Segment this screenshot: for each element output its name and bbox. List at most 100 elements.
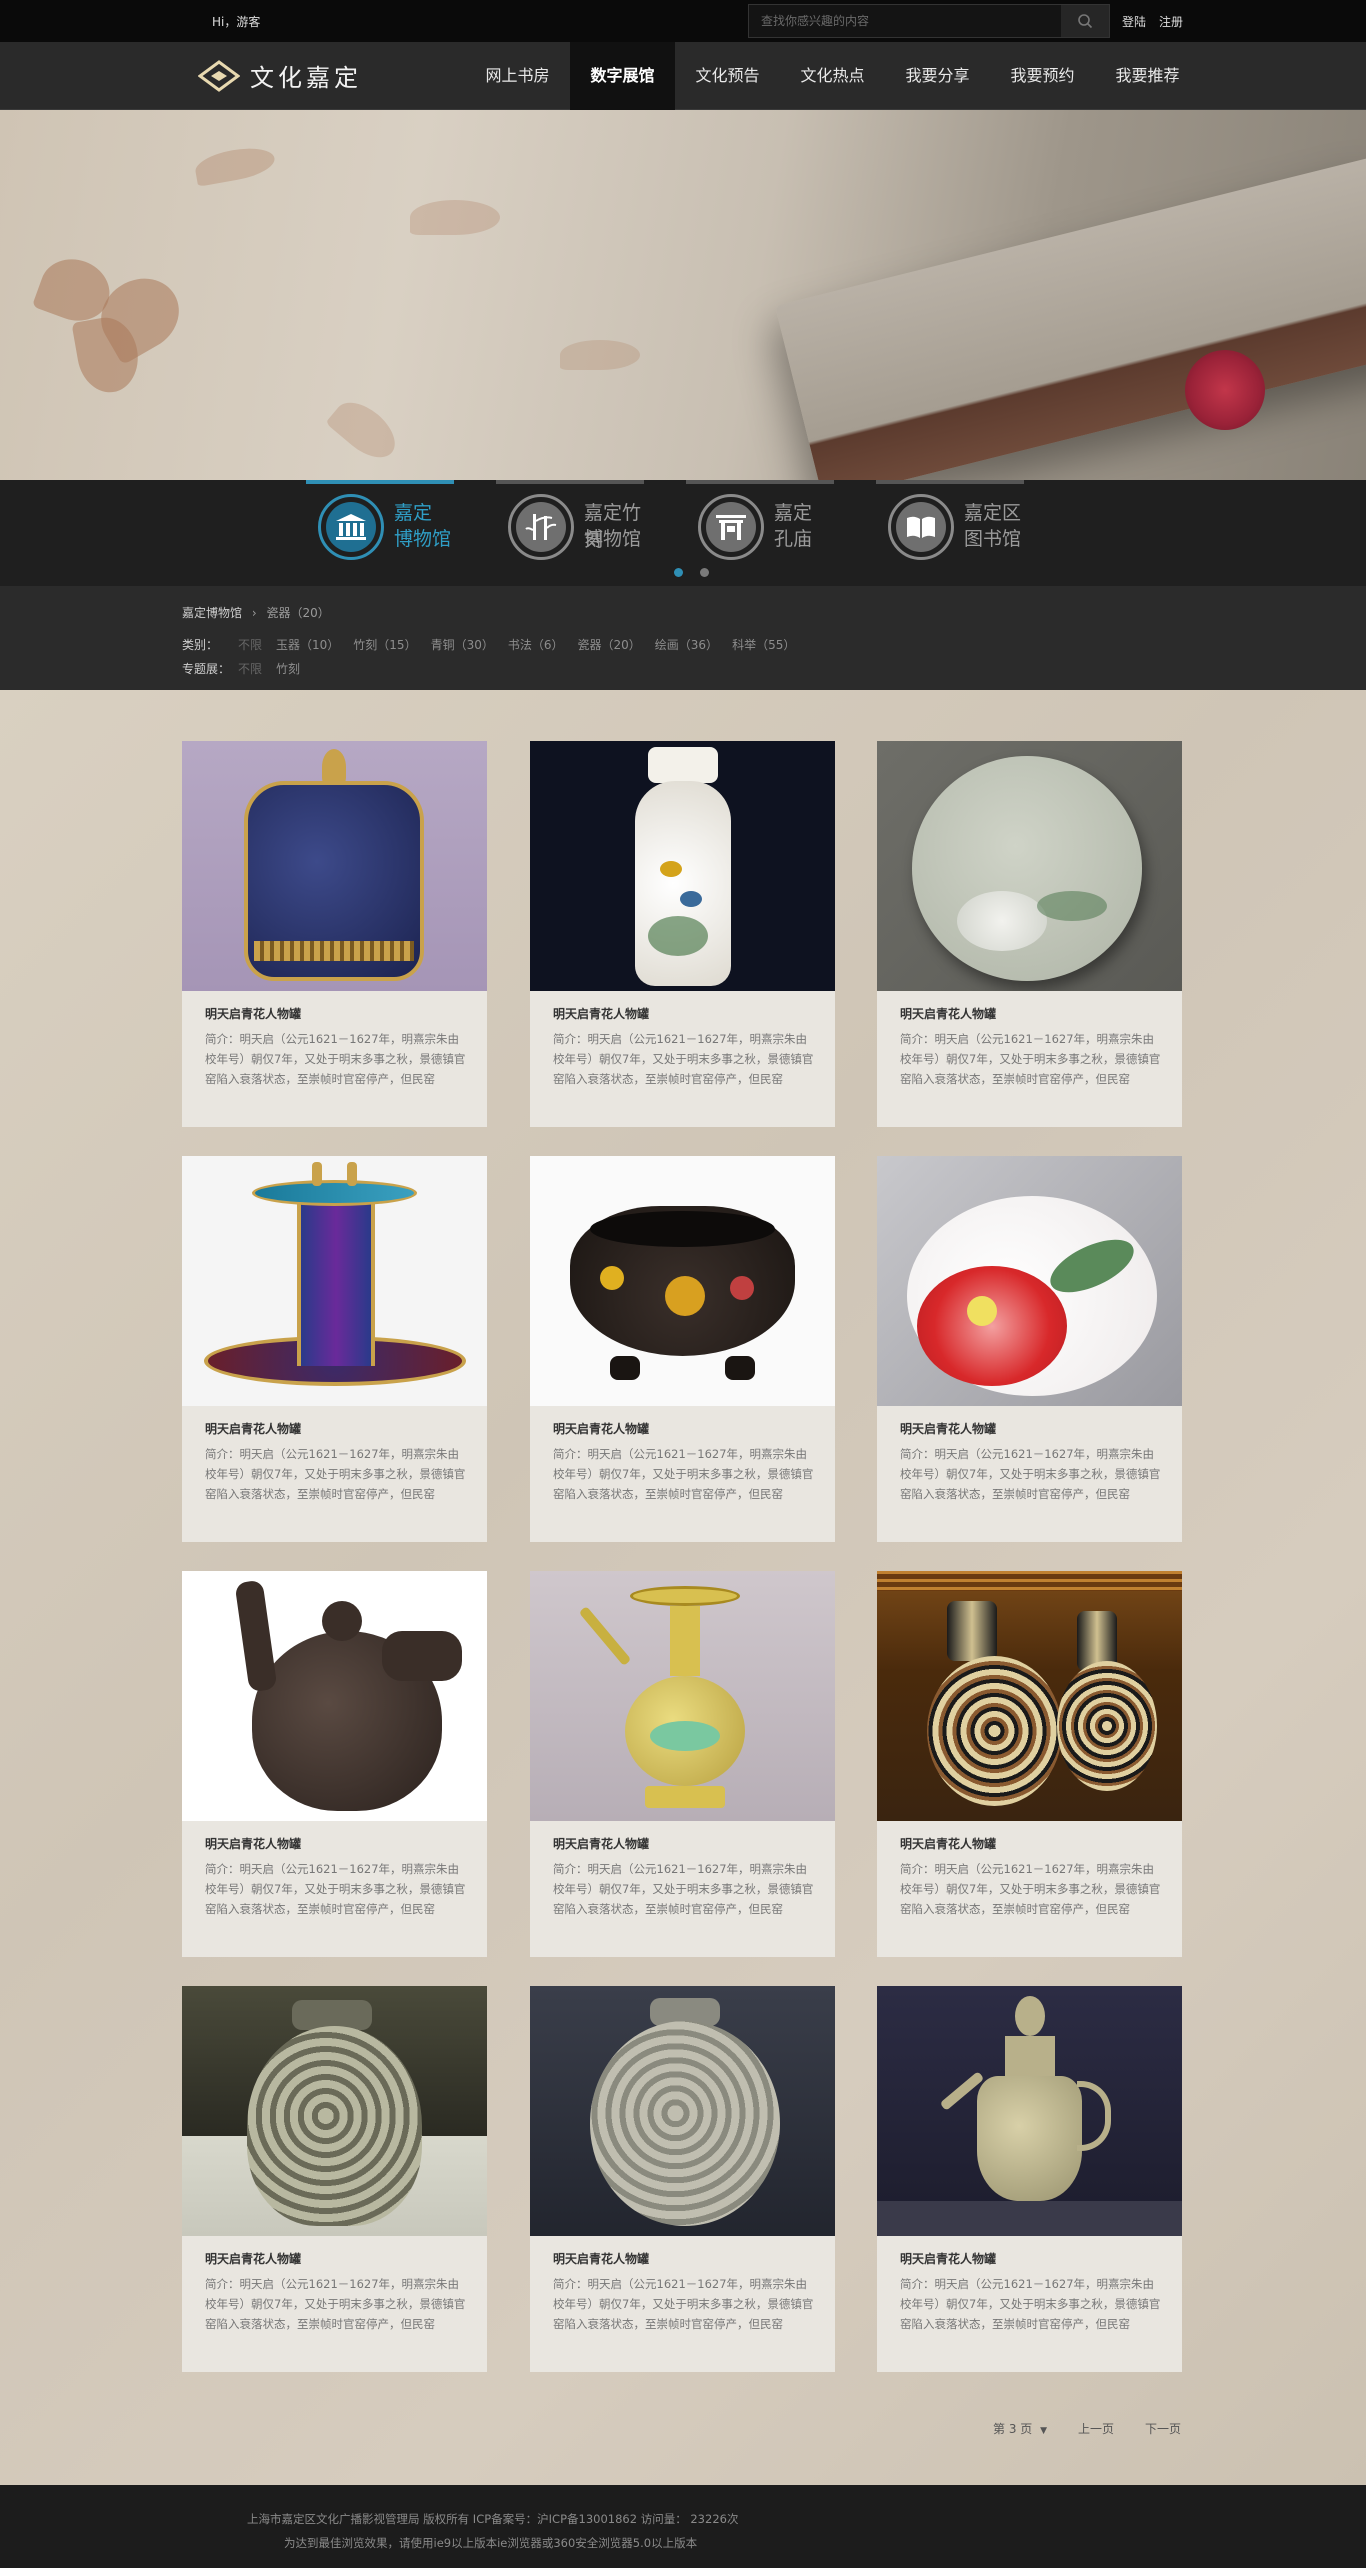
museum-icon-circle [318, 494, 384, 560]
museum-tab-0[interactable]: 嘉定 博物馆 [306, 480, 454, 566]
category-option-7[interactable]: 科举（55） [732, 636, 795, 653]
petal-decoration [560, 340, 640, 370]
nav-item-4[interactable]: 我要分享 [885, 42, 990, 110]
exhibit-description: 简介：明天启（公元1621－1627年，明熹宗朱由校年号）朝仅7年，又处于明末多… [553, 1032, 814, 1086]
exhibit-image-cloisonne-vase-pair[interactable] [877, 1571, 1182, 1821]
exhibit-card[interactable]: 明天启青花人物罐简介：明天启（公元1621－1627年，明熹宗朱由校年号）朝仅7… [530, 1156, 835, 1542]
exhibit-title[interactable]: 明天启青花人物罐 [553, 1005, 649, 1022]
museum-tab-1[interactable]: 嘉定竹刻 博物馆 [496, 480, 644, 566]
category-option-5[interactable]: 瓷器（20） [578, 636, 641, 653]
nav-item-6[interactable]: 我要推荐 [1095, 42, 1200, 110]
rose-image [1185, 350, 1265, 430]
logo-diamond-icon [198, 59, 240, 92]
nav-item-0[interactable]: 网上书房 [465, 42, 570, 110]
exhibit-card[interactable]: 明天启青花人物罐 简介：明天启（公元1621－1627年，明熹宗朱由校年号）朝仅7… [877, 1571, 1182, 1957]
exhibit-image-celadon-ewer[interactable] [877, 1986, 1182, 2236]
exhibit-image-dragon-clay-teapot[interactable] [182, 1571, 487, 1821]
exhibit-image-red-hibiscus-porcelain[interactable] [877, 1156, 1182, 1406]
exhibit-grid: 明天启青花人物罐简介：明天启（公元1621－1627年，明熹宗朱由校年号）朝仅7… [0, 690, 1366, 2485]
exhibit-title[interactable]: 明天启青花人物罐 [900, 2250, 996, 2267]
nav-item-3[interactable]: 文化热点 [780, 42, 885, 110]
exhibit-description: 简介：明天启（公元1621－1627年，明熹宗朱由校年号）朝仅7年，又处于明末多… [553, 2277, 814, 2331]
bamboo-icon [516, 502, 566, 552]
exhibit-title[interactable]: 明天启青花人物罐 [553, 2250, 649, 2267]
breadcrumb-home[interactable]: 嘉定博物馆 [182, 606, 242, 620]
register-link[interactable]: 注册 [1159, 13, 1183, 30]
exhibit-card[interactable]: 明天启青花人物罐简介：明天启（公元1621－1627年，明熹宗朱由校年号）朝仅7… [877, 1156, 1182, 1542]
carousel-dot[interactable] [674, 568, 683, 577]
exhibit-title[interactable]: 明天启青花人物罐 [205, 1420, 301, 1437]
category-option-3[interactable]: 青铜（30） [431, 636, 494, 653]
exhibit-image-enamel-lion-bowl[interactable] [530, 1156, 835, 1406]
category-option-4[interactable]: 书法（6） [508, 636, 564, 653]
greeting-text: Hi，游客 [212, 15, 261, 29]
exhibit-title[interactable]: 明天启青花人物罐 [900, 1420, 996, 1437]
search-box [748, 4, 1110, 38]
petal-decoration [325, 392, 405, 468]
nav-item-1[interactable]: 数字展馆 [570, 42, 675, 110]
book-image [775, 155, 1366, 480]
nav-item-2[interactable]: 文化预告 [675, 42, 780, 110]
exhibit-image-cloisonne-lidded-jar[interactable] [182, 741, 487, 991]
category-option-2[interactable]: 竹刻（15） [353, 636, 416, 653]
topic-option-1[interactable]: 竹刻 [276, 660, 300, 677]
museum-name-line1: 嘉定 [774, 502, 813, 524]
filter-panel: 嘉定博物馆 › 瓷器（20） 类别： 不限 玉器（10） 竹刻（15） 青铜（30） 书… [0, 586, 1366, 690]
exhibit-title[interactable]: 明天启青花人物罐 [205, 1005, 301, 1022]
nav-item-5[interactable]: 我要预约 [990, 42, 1095, 110]
museum-icon-circle [698, 494, 764, 560]
exhibit-description: 简介：明天启（公元1621－1627年，明熹宗朱由校年号）朝仅7年，又处于明末多… [900, 1447, 1161, 1501]
search-input[interactable] [749, 5, 1061, 37]
category-filter: 类别： 不限 玉器（10） 竹刻（15） 青铜（30） 书法（6） 瓷器（20） 绘画（36… [182, 636, 809, 653]
topic-option-0[interactable]: 不限 [238, 660, 262, 677]
page-current: 第 3 页 [993, 2422, 1033, 2436]
exhibit-card[interactable]: 明天启青花人物罐 简介：明天启（公元1621－1627年，明熹宗朱由校年号）朝仅7… [182, 1571, 487, 1957]
search-button[interactable] [1061, 5, 1109, 37]
exhibit-title[interactable]: 明天启青花人物罐 [553, 1835, 649, 1852]
exhibit-image-celadon-flower-plate[interactable] [877, 741, 1182, 991]
exhibit-card[interactable]: 明天启青花人物罐简介：明天启（公元1621－1627年，明熹宗朱由校年号）朝仅7… [530, 741, 835, 1127]
exhibit-title[interactable]: 明天启青花人物罐 [205, 1835, 301, 1852]
login-link[interactable]: 登陆 [1122, 13, 1146, 30]
exhibit-card[interactable]: 明天启青花人物罐简介：明天启（公元1621－1627年，明熹宗朱由校年号）朝仅7… [530, 1571, 835, 1957]
exhibit-description: 简介：明天启（公元1621－1627年，明熹宗朱由校年号）朝仅7年，又处于明末多… [205, 1032, 466, 1086]
exhibit-title[interactable]: 明天启青花人物罐 [900, 1835, 996, 1852]
breadcrumb-current: 瓷器（20） [266, 606, 330, 620]
prev-page-link[interactable]: 上一页 [1078, 2420, 1114, 2437]
category-option-6[interactable]: 绘画（36） [655, 636, 718, 653]
category-option-1[interactable]: 玉器（10） [276, 636, 339, 653]
site-logo[interactable]: 文化嘉定 [198, 58, 362, 93]
museum-name-line2: 图书馆 [964, 528, 1022, 550]
museum-name-line1: 嘉定区 [964, 502, 1022, 524]
hero-banner [0, 110, 1366, 480]
museum-tab-3[interactable]: 嘉定区 图书馆 [876, 480, 1024, 566]
exhibit-card[interactable]: 明天启青花人物罐简介：明天启（公元1621－1627年，明熹宗朱由校年号）朝仅7… [530, 1986, 835, 2372]
exhibit-image-celadon-peony-jar[interactable] [530, 1986, 835, 2236]
page-select[interactable]: 第 3 页 ▼ [993, 2420, 1047, 2437]
category-option-0[interactable]: 不限 [238, 636, 262, 653]
exhibit-title[interactable]: 明天启青花人物罐 [553, 1420, 649, 1437]
carousel-dot[interactable] [700, 568, 709, 577]
exhibit-card[interactable]: 明天启青花人物罐 简介：明天启（公元1621－1627年，明熹宗朱由校年号）朝仅7… [877, 1986, 1182, 2372]
exhibit-image-carved-peony-jar[interactable] [182, 1986, 487, 2236]
logo-text: 文化嘉定 [250, 64, 362, 92]
exhibit-image-cloisonne-jue-cup[interactable] [182, 1156, 487, 1406]
breadcrumb: 嘉定博物馆 › 瓷器（20） [182, 604, 330, 621]
exhibit-description: 简介：明天启（公元1621－1627年，明熹宗朱由校年号）朝仅7年，又处于明末多… [553, 1862, 814, 1916]
museum-tab-2[interactable]: 嘉定 孔庙 [686, 480, 834, 566]
next-page-link[interactable]: 下一页 [1145, 2420, 1181, 2437]
exhibit-title[interactable]: 明天启青花人物罐 [900, 1005, 996, 1022]
exhibit-title[interactable]: 明天启青花人物罐 [205, 2250, 301, 2267]
main-navbar: 文化嘉定 网上书房 数字展馆 文化预告 文化热点 我要分享 我要预约 我要推荐 [0, 42, 1366, 110]
petal-decoration [410, 200, 500, 235]
exhibit-description: 简介：明天启（公元1621－1627年，明熹宗朱由校年号）朝仅7年，又处于明末多… [553, 1447, 814, 1501]
category-label: 类别： [182, 638, 219, 652]
exhibit-card[interactable]: 明天启青花人物罐 简介：明天启（公元1621－1627年，明熹宗朱由校年号）朝仅7… [182, 1986, 487, 2372]
exhibit-image-yellow-enamel-ewer[interactable] [530, 1571, 835, 1821]
exhibit-card[interactable]: 明天启青花人物罐 简介：明天启（公元1621－1627年，明熹宗朱由校年号）朝仅7… [877, 741, 1182, 1127]
exhibit-card[interactable]: 明天启青花人物罐 简介：明天启（公元1621－1627年，明熹宗朱由校年号）朝仅7… [182, 1156, 487, 1542]
exhibit-card[interactable]: 明天启青花人物罐简介：明天启（公元1621－1627年，明熹宗朱由校年号）朝仅7… [182, 741, 487, 1127]
search-icon [1078, 14, 1093, 29]
footer-copyright: 上海市嘉定区文化广播影视管理局 版权所有 ICP备案号：沪ICP备1300186… [247, 2512, 739, 2526]
exhibit-image-famille-rose-bird-vase[interactable] [530, 741, 835, 991]
